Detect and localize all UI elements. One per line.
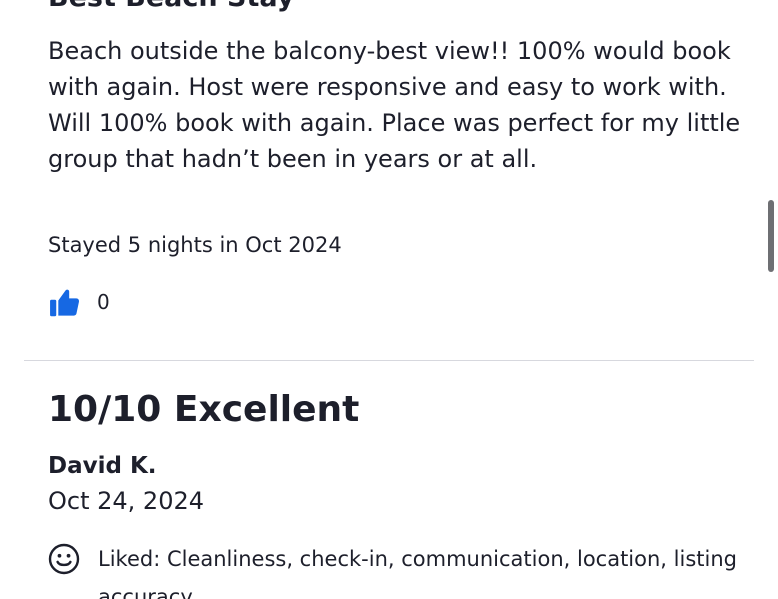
smiley-icon bbox=[48, 543, 80, 575]
review-date: Oct 24, 2024 bbox=[48, 487, 204, 515]
reviews-page: Best Beach Stay Beach outside the balcon… bbox=[0, 0, 778, 599]
thumbs-up-icon[interactable] bbox=[48, 286, 81, 319]
scrollbar[interactable] bbox=[768, 200, 774, 272]
reviewer-name: David K. bbox=[48, 453, 157, 479]
rating-headline: 10/10 Excellent bbox=[48, 389, 360, 430]
helpful-count: 0 bbox=[97, 290, 110, 314]
liked-text: Liked: Cleanliness, check-in, communicat… bbox=[98, 547, 737, 599]
helpful-row: 0 bbox=[48, 284, 110, 320]
review-title: Best Beach Stay bbox=[48, 0, 294, 13]
review-divider bbox=[24, 360, 754, 361]
liked-row: Liked: Cleanliness, check-in, communicat… bbox=[48, 540, 748, 599]
stay-info: Stayed 5 nights in Oct 2024 bbox=[48, 233, 342, 257]
review-text: Beach outside the balcony-best view!! 10… bbox=[48, 37, 741, 173]
